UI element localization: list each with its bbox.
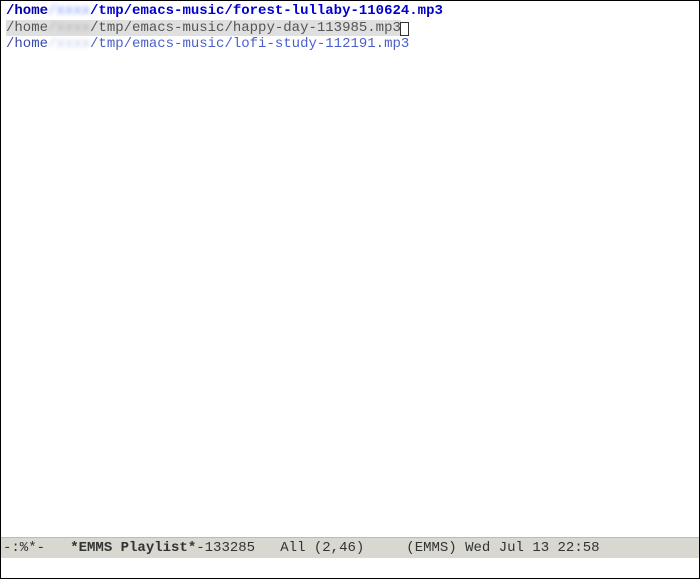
track-row-current[interactable]: /home/xxxx/tmp/emacs-music/forest-lullab… [6, 3, 694, 20]
path-redacted: /xxxx [48, 36, 90, 52]
modeline-datetime: Wed Jul 13 22:58 [465, 540, 599, 556]
path-suffix: /tmp/emacs-music/lofi-study-112191.mp3 [90, 36, 409, 52]
emacs-window: /home/xxxx/tmp/emacs-music/forest-lullab… [1, 1, 699, 578]
path-redacted: /xxxx [48, 20, 90, 36]
modeline-mode: (EMMS) [373, 540, 465, 556]
playlist-buffer[interactable]: /home/xxxx/tmp/emacs-music/forest-lullab… [1, 1, 699, 537]
path-suffix: /tmp/emacs-music/happy-day-113985.mp3 [90, 20, 401, 36]
path-prefix: /home [6, 20, 48, 36]
path-prefix: /home [6, 36, 48, 52]
mode-line[interactable]: -:%*- *EMMS Playlist*-133285 All (2,46) … [1, 537, 699, 558]
path-prefix: /home [6, 3, 48, 19]
modeline-buffer-name: *EMMS Playlist* [70, 540, 196, 556]
path-redacted: /xxxx [48, 3, 90, 19]
track-row-selected[interactable]: /home/xxxx/tmp/emacs-music/happy-day-113… [6, 20, 694, 37]
modeline-buffer-suffix: -133285 [196, 540, 255, 556]
path-suffix: /tmp/emacs-music/forest-lullaby-110624.m… [90, 3, 443, 19]
minibuffer[interactable] [1, 558, 699, 578]
modeline-position: All (2,46) [255, 540, 373, 556]
track-row[interactable]: /home/xxxx/tmp/emacs-music/lofi-study-11… [6, 36, 694, 53]
cursor [400, 22, 409, 36]
modeline-status: -:%*- [3, 540, 70, 556]
